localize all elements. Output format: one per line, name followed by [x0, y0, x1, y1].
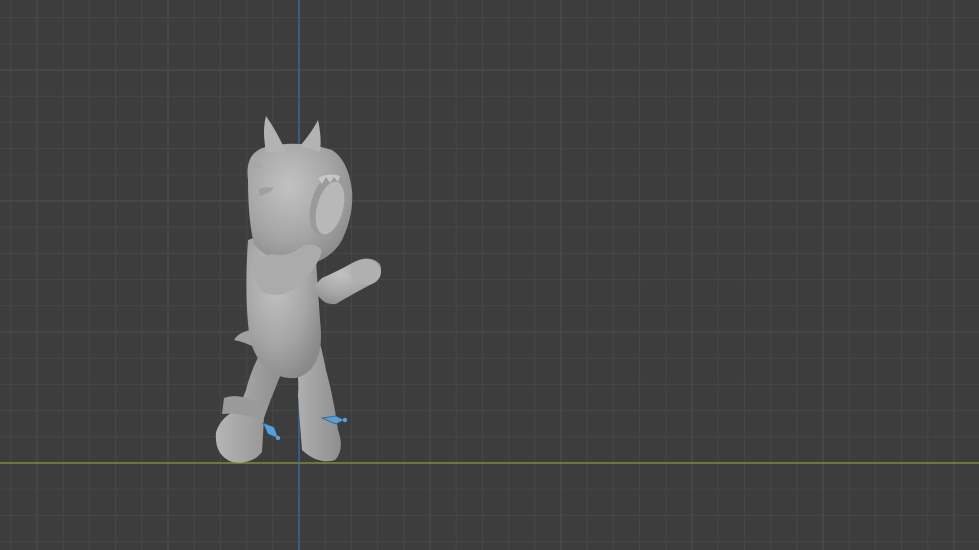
left-foot-ik-bone[interactable] [262, 422, 281, 441]
hooded-head [247, 116, 353, 266]
character-model[interactable] [0, 0, 979, 550]
right-arm [314, 258, 381, 305]
3d-viewport[interactable] [0, 0, 979, 550]
